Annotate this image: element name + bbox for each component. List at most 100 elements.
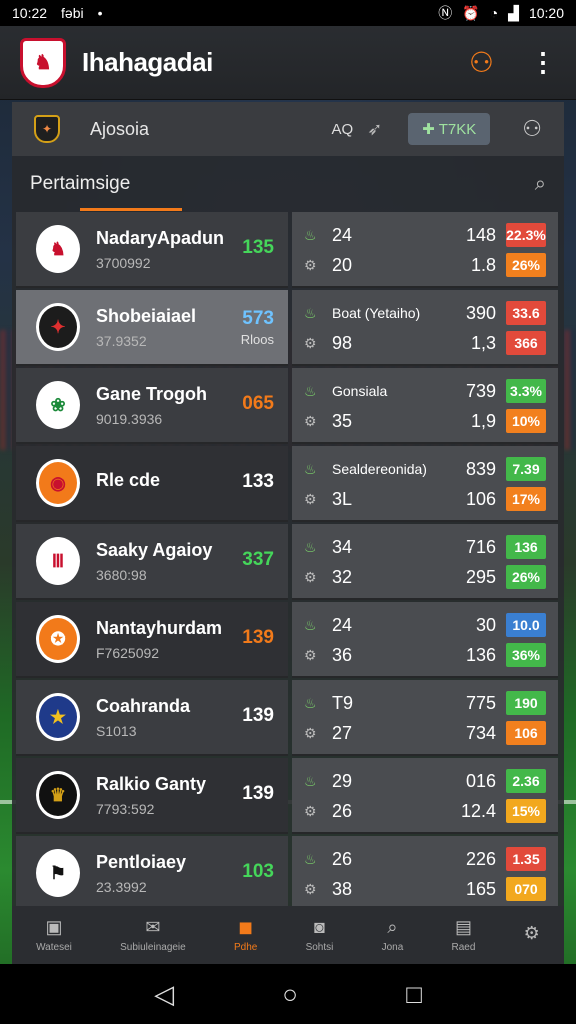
team-cell[interactable]: ✦ Shobeiaiael 37.9352 573 Rloos — [16, 290, 288, 366]
stats-cell[interactable]: ♨ 26 226 1.35 ⚙ 38 165 070 — [292, 836, 558, 906]
gear-icon: ⚙ — [304, 256, 317, 273]
team-subtext: 9019.3936 — [96, 410, 163, 427]
stat-badge: 1.35 — [506, 847, 546, 871]
stat-label: 35 — [332, 410, 353, 431]
score-value: 573 — [242, 307, 274, 329]
stats-cell[interactable]: ♨ T9 775 190 ⚙ 27 734 106 — [292, 680, 558, 756]
stats-cell[interactable]: ♨ 29 016 2.36 ⚙ 26 12.4 15% — [292, 758, 558, 834]
system-nav: ◁ ○ □ — [0, 964, 576, 1024]
nav-item[interactable]: ◙ Sohtsi — [306, 917, 334, 953]
stat-value: 016 — [465, 770, 496, 791]
team-score: 139 — [234, 783, 274, 807]
follow-button[interactable]: ✚ T7KK — [408, 113, 491, 145]
team-cell[interactable]: ★ Coahranda S1013 139 — [16, 680, 288, 756]
table-row[interactable]: ♞ NadaryApadun 3700992 135 ♨ 24 148 22.3… — [16, 212, 560, 290]
table-row[interactable]: ♛ Ralkio Ganty 7793:592 139 ♨ 29 016 2.3… — [16, 758, 560, 836]
stats-cell[interactable]: ♨ 34 716 136 ⚙ 32 295 26% — [292, 524, 558, 600]
table-row[interactable]: ⚑ Pentloiaey 23.3992 103 ♨ 26 226 1.35 ⚙… — [16, 836, 560, 906]
stat-badge: 190 — [506, 691, 546, 715]
stat-badge: 3.3% — [506, 379, 546, 403]
team-cell[interactable]: ♞ NadaryApadun 3700992 135 — [16, 212, 288, 288]
table-row[interactable]: ◉ Rle cde 133 ♨ Sealdereonida) 839 7.39 … — [16, 446, 560, 524]
team-crest-icon: ★ — [36, 693, 80, 741]
standings-panel: Pertaimsige ⌕ ♞ NadaryApadun 3700992 135… — [12, 156, 564, 906]
stat-value: 775 — [465, 692, 496, 713]
stat-label: 36 — [332, 644, 353, 665]
score-value: 065 — [242, 393, 274, 414]
wifi-icon: ◔ — [489, 5, 499, 21]
briefcase-icon: ◼ — [238, 917, 254, 937]
teams-icon: ◙ — [314, 917, 325, 937]
nav-label: Watesei — [36, 942, 72, 953]
app-title: Ihahagadai — [82, 47, 213, 77]
club-crest-icon[interactable]: ♞ — [20, 37, 66, 88]
profile-icon[interactable]: ⚇ — [522, 116, 542, 142]
team-name: Rle cde — [96, 469, 161, 490]
table-row[interactable]: ✦ Shobeiaiael 37.9352 573 Rloos ♨ Boat (… — [16, 290, 560, 368]
team-rows: ♞ NadaryApadun 3700992 135 ♨ 24 148 22.3… — [16, 212, 560, 906]
recents-icon[interactable]: □ — [406, 979, 422, 1010]
aq-label[interactable]: AQ — [332, 121, 354, 138]
team-subtext: 3680:98 — [96, 566, 147, 583]
stat-label: 34 — [332, 536, 353, 557]
stats-cell[interactable]: ♨ Boat (Yetaiho) 390 33.6 ⚙ 98 1,3 366 — [292, 290, 558, 366]
search-icon[interactable]: ⌕ — [535, 173, 546, 196]
team-crest-icon: ✪ — [36, 615, 80, 663]
stats-cell[interactable]: ♨ 24 30 10.0 ⚙ 36 136 36% — [292, 602, 558, 678]
team-subtext: 7793:592 — [96, 800, 155, 817]
gear-icon: ⚙ — [304, 646, 317, 663]
team-crest-icon: ♛ — [36, 771, 80, 819]
nav-item[interactable]: ✉ Subiuleinageie — [120, 917, 186, 953]
nav-item[interactable]: ◼ Pdhe — [234, 917, 257, 953]
table-row[interactable]: ★ Coahranda S1013 139 ♨ T9 775 190 ⚙ 27 … — [16, 680, 560, 758]
user-icon[interactable]: ⚇ — [469, 46, 494, 79]
team-cell[interactable]: Ⅲ Saaky Agaioy 3680:98 337 — [16, 524, 288, 600]
stat-value: 165 — [465, 878, 496, 899]
team-subtext: 23.3992 — [96, 878, 147, 895]
team-crest-icon: ✦ — [36, 303, 80, 351]
stat-label: 24 — [332, 614, 353, 635]
settings-icon: ⚙ — [523, 922, 540, 943]
stat-badge: 070 — [506, 877, 546, 901]
team-subtext: S1013 — [96, 722, 137, 739]
stats-cell[interactable]: ♨ 24 148 22.3% ⚙ 20 1.8 26% — [292, 212, 558, 288]
stats-cell[interactable]: ♨ Sealdereonida) 839 7.39 ⚙ 3L 106 17% — [292, 446, 558, 522]
document-icon: ▤ — [454, 917, 472, 937]
table-row[interactable]: Ⅲ Saaky Agaioy 3680:98 337 ♨ 34 716 136 … — [16, 524, 560, 602]
flame-icon: ♨ — [304, 616, 317, 633]
score-value: 133 — [242, 471, 274, 492]
team-cell[interactable]: ✪ Nantayhurdam F7625092 139 — [16, 602, 288, 678]
team-cell[interactable]: ❀ Gane Trogoh 9019.3936 065 — [16, 368, 288, 444]
table-row[interactable]: ❀ Gane Trogoh 9019.3936 065 ♨ Gonsiala 7… — [16, 368, 560, 446]
flame-icon: ♨ — [304, 538, 317, 555]
score-value: 139 — [242, 705, 274, 726]
flame-icon: ♨ — [304, 694, 317, 711]
status-clock-right: 10:20 — [528, 5, 564, 21]
app-bar: ♞ Ihahagadai ⚇ ⋮ — [0, 26, 576, 100]
stat-value: 739 — [465, 380, 496, 401]
kebab-menu-icon[interactable]: ⋮ — [530, 47, 556, 78]
nav-item[interactable]: ⚙ — [524, 923, 540, 948]
stat-badge: 17% — [506, 487, 546, 511]
pin-icon[interactable]: ➶ — [367, 119, 382, 140]
panel-title[interactable]: Pertaimsige — [30, 173, 130, 195]
stat-value: 716 — [465, 536, 496, 557]
nav-item[interactable]: ⌕ Jona — [382, 917, 404, 953]
table-row[interactable]: ✪ Nantayhurdam F7625092 139 ♨ 24 30 10.0… — [16, 602, 560, 680]
flame-icon: ♨ — [304, 382, 317, 399]
stat-value: 390 — [465, 302, 496, 323]
back-icon[interactable]: ◁ — [154, 979, 174, 1010]
nav-item[interactable]: ▤ Raed — [452, 917, 476, 953]
team-cell[interactable]: ◉ Rle cde 133 — [16, 446, 288, 522]
nav-item[interactable]: ▣ Watesei — [36, 917, 72, 953]
stat-label: 98 — [332, 332, 353, 353]
team-cell[interactable]: ⚑ Pentloiaey 23.3992 103 — [16, 836, 288, 906]
stat-badge: 106 — [506, 721, 546, 745]
team-cell[interactable]: ♛ Ralkio Ganty 7793:592 139 — [16, 758, 288, 834]
home-icon[interactable]: ○ — [282, 979, 298, 1010]
score-value: 103 — [242, 861, 274, 882]
team-crest-icon: ❀ — [36, 381, 80, 429]
stats-cell[interactable]: ♨ Gonsiala 739 3.3% ⚙ 35 1,9 10% — [292, 368, 558, 444]
stat-label: Sealdereonida) — [332, 461, 427, 477]
stat-value: 1,3 — [470, 332, 496, 353]
